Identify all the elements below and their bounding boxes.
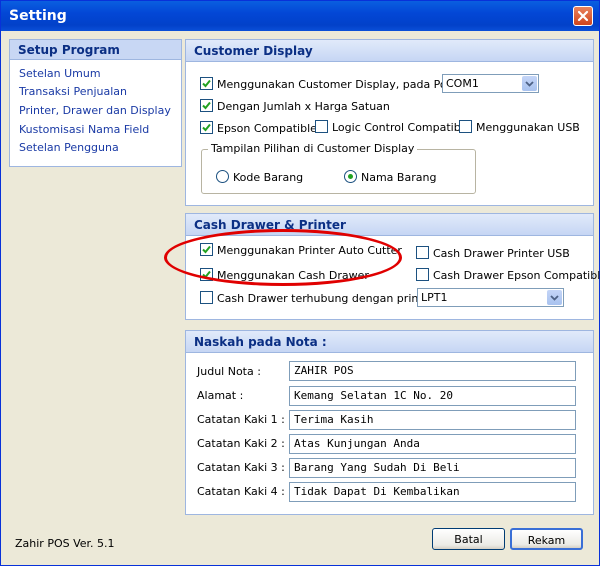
close-icon: [577, 10, 589, 22]
display-option-group-title: Tampilan Pilihan di Customer Display: [208, 142, 418, 155]
printer-port-select[interactable]: LPT1: [417, 288, 564, 307]
check-icon: [202, 245, 211, 254]
check-icon: [202, 270, 211, 279]
catatan-kaki-2-input[interactable]: Atas Kunjungan Anda: [289, 434, 576, 454]
auto-cutter-checkbox[interactable]: Menggunakan Printer Auto Cutter: [200, 243, 402, 257]
printer-port-value: LPT1: [421, 291, 448, 304]
use-cash-drawer-checkbox[interactable]: Menggunakan Cash Drawer: [200, 268, 369, 282]
port-dropdown-button[interactable]: [522, 76, 537, 91]
drawer-usb-checkbox[interactable]: Cash Drawer Printer USB: [416, 246, 570, 260]
catatan-kaki-3-input[interactable]: Barang Yang Sudah Di Beli: [289, 458, 576, 478]
chevron-down-icon: [525, 81, 534, 87]
use-customer-display-checkbox[interactable]: Menggunakan Customer Display, pada Port: [200, 77, 455, 91]
setup-program-header: Setup Program: [10, 40, 181, 60]
sidebar-item-setelan-umum[interactable]: Setelan Umum: [19, 67, 101, 80]
sidebar-item-printer-drawer-display[interactable]: Printer, Drawer dan Display: [19, 104, 171, 117]
catatan-kaki-3-label: Catatan Kaki 3 :: [197, 461, 285, 474]
catatan-kaki-4-input[interactable]: Tidak Dapat Di Kembalikan: [289, 482, 576, 502]
check-icon: [202, 79, 211, 88]
judul-nota-input[interactable]: ZAHIR POS: [289, 361, 576, 381]
naskah-section: Naskah pada Nota : Judul Nota : ZAHIR PO…: [185, 330, 594, 515]
logic-control-checkbox[interactable]: Logic Control Compatible: [315, 120, 471, 134]
use-usb-checkbox[interactable]: Menggunakan USB: [459, 120, 580, 134]
save-button[interactable]: Rekam: [510, 528, 583, 550]
port-select[interactable]: COM1: [442, 74, 539, 93]
sidebar-item-transaksi-penjualan[interactable]: Transaksi Penjualan: [19, 85, 127, 98]
cash-drawer-section: Cash Drawer & Printer Menggunakan Printe…: [185, 213, 600, 320]
customer-display-header: Customer Display: [186, 40, 593, 62]
epson-compatible-checkbox[interactable]: Epson Compatible: [200, 121, 317, 135]
close-button[interactable]: [573, 6, 593, 26]
radio-nama-barang[interactable]: Nama Barang: [344, 170, 436, 184]
chevron-down-icon: [550, 295, 559, 301]
window-title: Setting: [9, 8, 67, 24]
catatan-kaki-4-label: Catatan Kaki 4 :: [197, 485, 285, 498]
customer-display-section: Customer Display Menggunakan Customer Di…: [185, 39, 594, 206]
drawer-printer-checkbox[interactable]: Cash Drawer terhubung dengan printer: [200, 291, 434, 305]
title-bar[interactable]: Setting: [1, 1, 599, 31]
alamat-label: Alamat :: [197, 389, 244, 402]
check-icon: [202, 123, 211, 132]
cancel-button[interactable]: Batal: [432, 528, 505, 550]
sidebar-item-setelan-pengguna[interactable]: Setelan Pengguna: [19, 141, 119, 154]
catatan-kaki-1-input[interactable]: Terima Kasih: [289, 410, 576, 430]
cash-drawer-header: Cash Drawer & Printer: [186, 214, 593, 236]
display-option-group: Tampilan Pilihan di Customer Display Kod…: [201, 142, 476, 194]
port-value: COM1: [446, 77, 479, 90]
setting-window: Setting Setup Program Setelan Umum Trans…: [0, 0, 600, 566]
printer-port-dropdown-button[interactable]: [547, 290, 562, 305]
setup-program-panel: Setup Program Setelan Umum Transaksi Pen…: [9, 39, 182, 167]
naskah-header: Naskah pada Nota :: [186, 331, 593, 353]
qty-price-checkbox[interactable]: Dengan Jumlah x Harga Satuan: [200, 99, 390, 113]
version-label: Zahir POS Ver. 5.1: [15, 537, 115, 550]
alamat-input[interactable]: Kemang Selatan 1C No. 20: [289, 386, 576, 406]
sidebar-item-kustomisasi[interactable]: Kustomisasi Nama Field: [19, 123, 149, 136]
drawer-epson-checkbox[interactable]: Cash Drawer Epson Compatible: [416, 268, 600, 282]
radio-kode-barang[interactable]: Kode Barang: [216, 170, 303, 184]
catatan-kaki-1-label: Catatan Kaki 1 :: [197, 413, 285, 426]
catatan-kaki-2-label: Catatan Kaki 2 :: [197, 437, 285, 450]
judul-nota-label: Judul Nota :: [197, 365, 261, 378]
check-icon: [202, 101, 211, 110]
